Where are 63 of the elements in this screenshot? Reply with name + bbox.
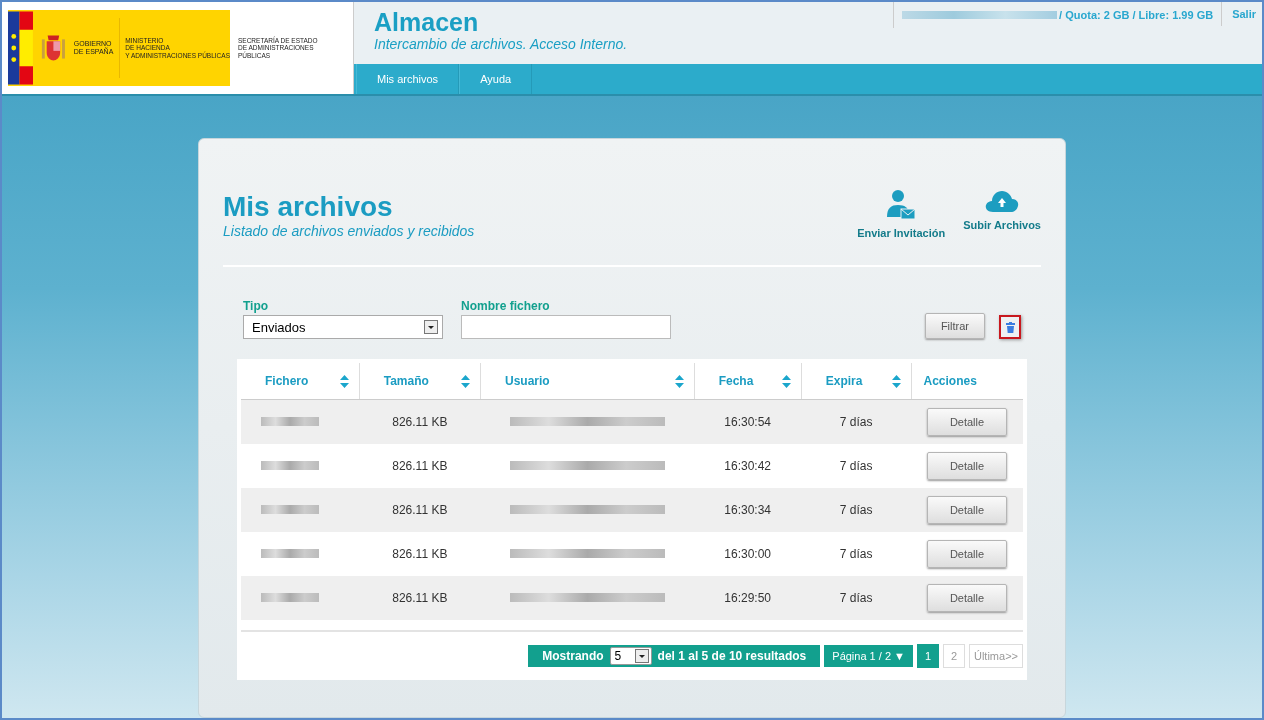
detail-button[interactable]: Detalle <box>926 584 1008 612</box>
type-label: Tipo <box>243 299 270 313</box>
page-menu-button[interactable]: Página 1 / 2 ▼ <box>824 645 913 667</box>
size-cell: 826.11 KB <box>392 591 448 605</box>
app-title: Almacen <box>374 8 480 36</box>
redacted-filename <box>261 549 319 558</box>
filename-field[interactable] <box>461 315 671 339</box>
expiry-cell: 7 días <box>839 415 873 429</box>
sort-icon[interactable] <box>781 374 791 388</box>
cloud-upload-icon <box>985 189 1020 213</box>
redacted-filename <box>261 505 319 514</box>
expiry-cell: 7 días <box>839 547 873 561</box>
column-header[interactable]: Tamaño <box>383 374 429 388</box>
expiry-cell: 7 días <box>839 503 873 517</box>
size-cell: 826.11 KB <box>392 459 448 473</box>
expiry-cell: 7 días <box>839 459 873 473</box>
page-subtitle: Listado de archivos enviados y recibidos <box>223 223 475 239</box>
sort-icon[interactable] <box>674 374 684 388</box>
user-mail-icon <box>886 189 917 221</box>
page-link[interactable]: 2 <box>942 644 965 668</box>
size-cell: 826.11 KB <box>392 503 448 517</box>
page-size-dropdown[interactable]: 5 <box>609 647 652 665</box>
column-header[interactable]: Fichero <box>265 374 309 388</box>
quota-text: / Quota: 2 GB / Libre: 1.99 GB <box>1059 9 1214 21</box>
filename-label: Nombre fichero <box>461 299 551 313</box>
trash-icon <box>1005 321 1015 333</box>
sort-icon[interactable] <box>891 374 901 388</box>
delete-button[interactable] <box>999 315 1021 339</box>
action-link[interactable]: Enviar Invitación <box>857 227 946 239</box>
date-cell: 16:30:42 <box>724 459 771 473</box>
logout-link[interactable]: Salir <box>1221 2 1262 26</box>
date-cell: 16:29:50 <box>724 591 771 605</box>
detail-button[interactable]: Detalle <box>926 496 1008 524</box>
column-header: Acciones <box>923 374 977 388</box>
column-header[interactable]: Usuario <box>504 374 550 388</box>
nav-tab[interactable]: Mis archivos <box>356 64 460 94</box>
showing-label: Mostrando <box>542 649 604 663</box>
expiry-cell: 7 días <box>839 591 873 605</box>
action-link[interactable]: Subir Archivos <box>963 219 1041 231</box>
results-range: del 1 al 5 de 10 resultados <box>657 649 807 663</box>
redacted-filename <box>261 417 319 426</box>
detail-button[interactable]: Detalle <box>926 452 1008 480</box>
page-link[interactable]: 1 <box>916 644 939 668</box>
redacted-filename <box>261 461 319 470</box>
filter-button[interactable]: Filtrar <box>924 313 985 339</box>
nav-tab[interactable]: Ayuda <box>459 64 533 94</box>
sort-icon[interactable] <box>460 374 470 388</box>
sort-icon[interactable] <box>339 374 349 388</box>
last-page-link[interactable]: Última>> <box>968 644 1023 668</box>
column-header[interactable]: Expira <box>825 374 863 388</box>
type-dropdown[interactable]: Enviados <box>243 315 443 339</box>
size-cell: 826.11 KB <box>392 547 448 561</box>
page-title: Mis archivos <box>223 191 394 223</box>
size-cell: 826.11 KB <box>392 415 448 429</box>
column-header[interactable]: Fecha <box>718 374 754 388</box>
redacted-filename <box>261 593 319 602</box>
date-cell: 16:30:00 <box>724 547 771 561</box>
app-subtitle: Intercambio de archivos. Acceso Interno. <box>374 36 628 52</box>
coat-of-arms-icon <box>39 33 68 63</box>
detail-button[interactable]: Detalle <box>926 408 1008 436</box>
date-cell: 16:30:34 <box>724 503 771 517</box>
date-cell: 16:30:54 <box>724 415 771 429</box>
detail-button[interactable]: Detalle <box>926 540 1008 568</box>
